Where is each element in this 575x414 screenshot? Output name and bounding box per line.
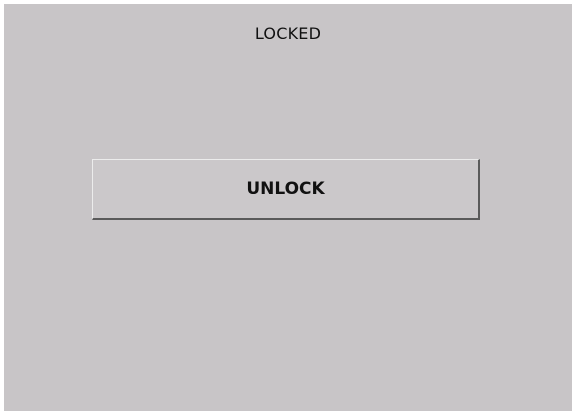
lock-status-label: LOCKED <box>254 24 322 43</box>
lock-screen: LOCKED UNLOCK <box>4 4 572 411</box>
unlock-button[interactable]: UNLOCK <box>92 159 480 220</box>
